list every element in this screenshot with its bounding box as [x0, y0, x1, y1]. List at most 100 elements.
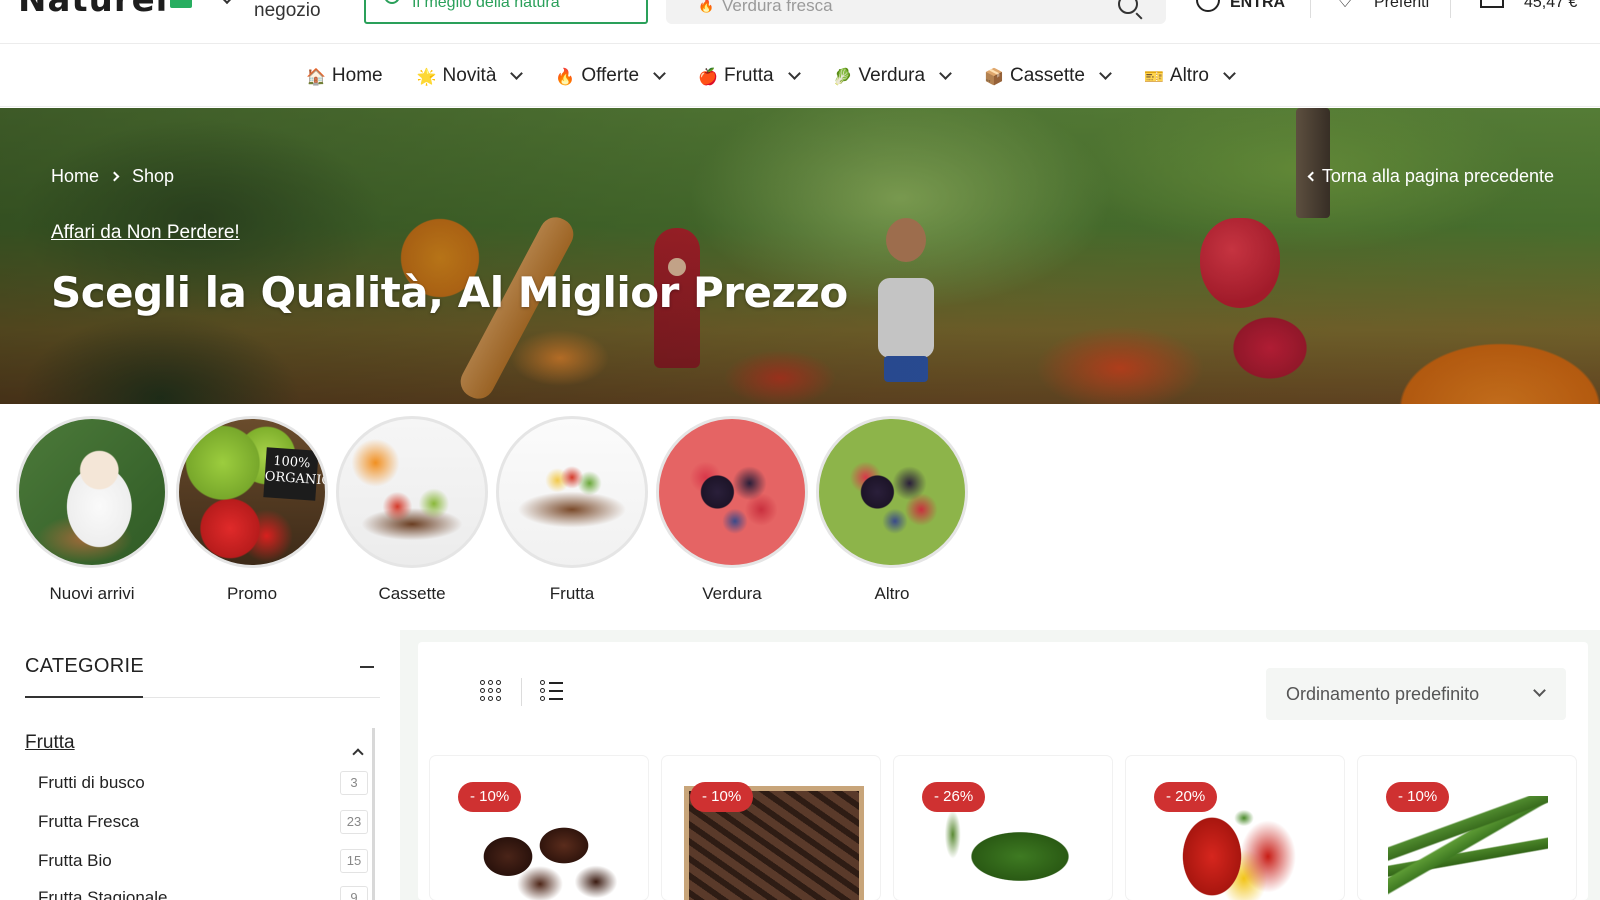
breadcrumb-current: Shop [132, 166, 175, 186]
breadcrumb: Home Shop [51, 166, 174, 187]
discount-badge: - 10% [1386, 782, 1450, 812]
nav-item-altro[interactable]: 🎫 Altro [1143, 65, 1236, 87]
apple-icon: 🍎 [698, 66, 718, 86]
sidebar-item-frutta[interactable]: Frutta [25, 732, 75, 754]
nav-item-label: Offerte [581, 65, 640, 86]
subcategory-count: 23 [340, 810, 368, 834]
chevron-down-icon [510, 67, 524, 80]
header-divider [1450, 0, 1451, 18]
basket-icon [384, 0, 400, 4]
cart-icon[interactable] [1480, 0, 1504, 8]
nav-item-cassette[interactable]: 📦 Cassette [984, 65, 1112, 87]
fire-icon: 🔥 [698, 0, 715, 13]
chevron-down-icon [653, 67, 666, 80]
product-card[interactable]: - 20% [1126, 756, 1344, 900]
subcategory-name: Frutta Bio [38, 851, 112, 870]
header-divider [1310, 0, 1311, 18]
subcategory-name: Frutta Fresca [38, 812, 140, 831]
chevron-down-icon [939, 67, 952, 80]
chevron-down-icon [1099, 67, 1112, 80]
nav-item-label: Altro [1169, 65, 1209, 86]
category-image [336, 416, 488, 568]
category-label: Altro [874, 584, 910, 603]
discount-badge: - 10% [690, 782, 754, 812]
nav-item-label: Frutta [723, 65, 774, 86]
wishlist-link[interactable]: Preferiti [1374, 0, 1429, 12]
nav-item-verdura[interactable]: 🥬 Verdura [833, 65, 952, 87]
nav-item-frutta[interactable]: 🍎 Frutta [698, 65, 801, 87]
search-input[interactable]: 🔥 Verdura fresca [666, 0, 1166, 24]
back-link-label: Torna alla pagina precedente [1321, 166, 1554, 186]
subcategory-name: Frutta Stagionale [38, 888, 168, 900]
category-label: Nuovi arrivi [49, 584, 135, 603]
discount-badge: - 20% [1154, 782, 1218, 812]
hero-eyebrow-link[interactable]: Affari da Non Perdere! [51, 222, 240, 244]
product-card[interactable]: - 26% [894, 756, 1112, 900]
product-card[interactable]: - 10% [1358, 756, 1576, 900]
sidebar-subitem[interactable]: Frutta Bio 15 [38, 849, 368, 873]
login-link[interactable]: ENTRA [1230, 0, 1285, 12]
chevron-down-icon [1223, 67, 1236, 80]
logo-leaf-icon [170, 0, 192, 8]
house-icon: 🏠 [306, 66, 326, 86]
nav-list: 🏠 Home 🌟 Novità 🔥 Offerte 🍎 Frutta 🥬 Ver… [306, 65, 1268, 87]
tagline-banner: Il meglio della natura [364, 0, 648, 24]
nav-item-home[interactable]: 🏠 Home [306, 65, 383, 87]
product-card[interactable]: - 10% [662, 756, 880, 900]
category-label: Promo [226, 584, 278, 603]
nav-item-label: Cassette [1009, 65, 1085, 86]
divider-active [25, 696, 143, 698]
sidebar-subitem[interactable]: Frutta Stagionale 9 [38, 886, 368, 900]
nav-item-label: Novità [442, 65, 497, 86]
subcategory-count: 3 [340, 771, 368, 795]
category-image [496, 416, 648, 568]
sort-select[interactable]: Ordinamento predefinito [1266, 668, 1566, 720]
category-circles: Nuovi arrivi 100% ORGANIC Promo Cassette… [12, 416, 972, 604]
star-icon: 🌟 [416, 66, 437, 86]
box-icon: 📦 [984, 66, 1004, 86]
cart-total[interactable]: 45,47 € [1524, 0, 1577, 12]
heart-icon[interactable]: ♡ [1336, 0, 1356, 11]
store-selector-label[interactable]: negozio [254, 0, 321, 22]
sidebar-title: CATEGORIE [25, 655, 145, 677]
product-card[interactable]: - 10% [430, 756, 648, 900]
hero-overlay [0, 108, 1600, 404]
sidebar-scrollbar[interactable] [372, 728, 375, 900]
sort-select-value: Ordinamento predefinito [1286, 684, 1480, 704]
subcategory-name: Frutti di busco [38, 773, 145, 792]
category-label: Cassette [378, 584, 446, 603]
category-circle-altro[interactable]: Altro [812, 416, 972, 604]
collapse-icon[interactable] [360, 666, 374, 668]
site-logo[interactable]: Naturel [18, 0, 168, 20]
nav-item-novita[interactable]: 🌟 Novità [416, 65, 524, 87]
nav-item-offerte[interactable]: 🔥 Offerte [555, 65, 666, 87]
breadcrumb-home[interactable]: Home [51, 166, 99, 187]
location-chevron-icon[interactable] [219, 0, 235, 5]
list-view-icon[interactable] [540, 680, 564, 702]
back-link[interactable]: Torna alla pagina precedente [1307, 166, 1554, 187]
main-navigation: 🏠 Home 🌟 Novità 🔥 Offerte 🍎 Frutta 🥬 Ver… [0, 45, 1600, 107]
category-label: Frutta [549, 584, 595, 603]
grid-view-icon[interactable] [480, 680, 502, 702]
category-image: 100% ORGANIC [176, 416, 328, 568]
ticket-icon: 🎫 [1143, 66, 1164, 86]
sidebar-subitem[interactable]: Frutti di busco 3 [38, 771, 368, 795]
fire-icon: 🔥 [555, 66, 576, 86]
category-circle-frutta[interactable]: Frutta [492, 416, 652, 604]
category-circle-verdura[interactable]: Verdura [652, 416, 812, 604]
chevron-right-icon [109, 171, 120, 182]
view-toggle-divider [521, 678, 522, 706]
chevron-down-icon [787, 67, 801, 80]
search-icon[interactable] [1118, 0, 1138, 14]
nav-item-label: Verdura [858, 65, 926, 86]
user-icon[interactable] [1196, 0, 1220, 12]
subcategory-count: 15 [340, 849, 368, 873]
sidebar-subitem[interactable]: Frutta Fresca 23 [38, 810, 368, 834]
category-circle-promo[interactable]: 100% ORGANIC Promo [172, 416, 332, 604]
category-image [16, 416, 168, 568]
discount-badge: - 10% [458, 782, 522, 812]
category-circle-cassette[interactable]: Cassette [332, 416, 492, 604]
chevron-down-icon [1533, 684, 1546, 697]
tagline-text: Il meglio della natura [412, 0, 560, 11]
category-circle-nuovi-arrivi[interactable]: Nuovi arrivi [12, 416, 172, 604]
